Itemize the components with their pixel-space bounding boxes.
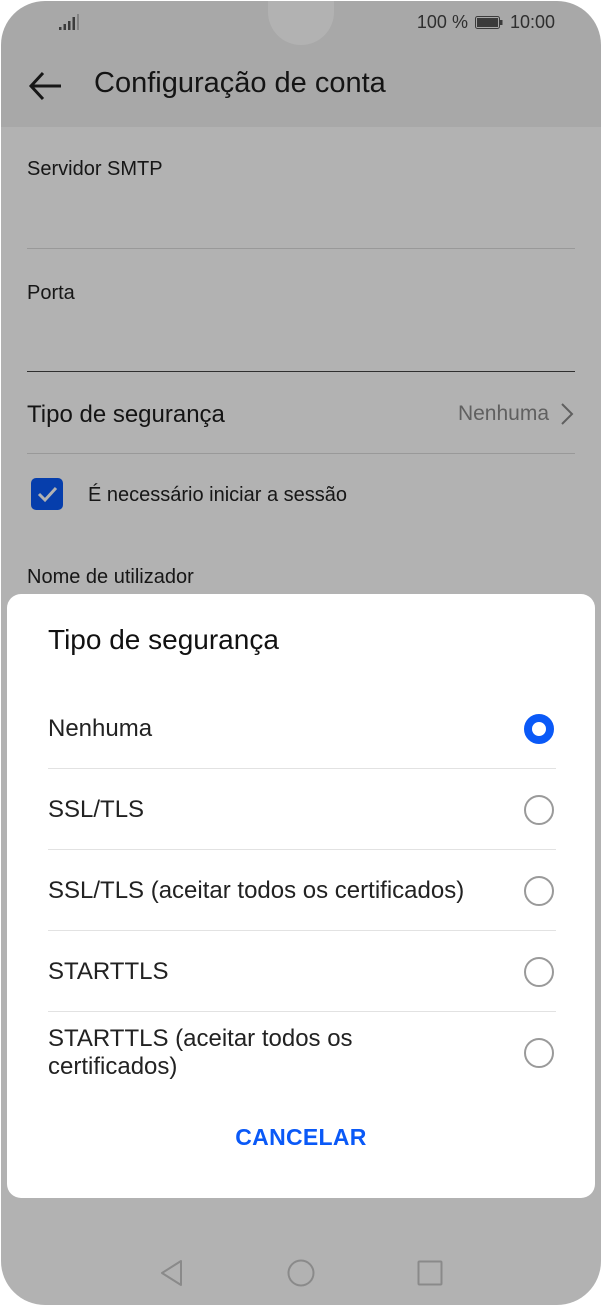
option-nenhuma[interactable]: Nenhuma	[48, 689, 556, 769]
option-label: SSL/TLS (aceitar todos os certificados)	[48, 877, 465, 904]
divider	[48, 768, 556, 769]
phone-frame: 100 % 10:00 Configuração de conta Servid…	[0, 0, 602, 1306]
option-label: SSL/TLS	[48, 796, 145, 823]
divider	[48, 1011, 556, 1012]
security-type-dialog: Tipo de segurança Nenhuma SSL/TLS SSL/TL…	[7, 594, 595, 1198]
option-ssl-tls-all-certs[interactable]: SSL/TLS (aceitar todos os certificados)	[48, 851, 556, 931]
option-starttls-all-certs[interactable]: STARTTLS (aceitar todos os certificados)	[48, 1013, 556, 1103]
radio-icon[interactable]	[524, 957, 554, 987]
option-ssl-tls[interactable]: SSL/TLS	[48, 770, 556, 850]
option-starttls[interactable]: STARTTLS	[48, 932, 556, 1012]
recents-square-icon[interactable]	[415, 1258, 445, 1288]
home-circle-icon[interactable]	[286, 1258, 316, 1288]
divider	[48, 930, 556, 931]
radio-icon[interactable]	[524, 795, 554, 825]
back-triangle-icon[interactable]	[157, 1258, 187, 1288]
navigation-bar	[1, 1241, 601, 1305]
radio-icon[interactable]	[524, 1038, 554, 1068]
scrim[interactable]	[1, 1, 601, 127]
cancel-button[interactable]: CANCELAR	[7, 1124, 595, 1151]
radio-icon[interactable]	[524, 876, 554, 906]
divider	[48, 849, 556, 850]
option-label: Nenhuma	[48, 715, 153, 742]
radio-selected-icon[interactable]	[524, 714, 554, 744]
option-label: STARTTLS	[48, 958, 169, 985]
option-label: STARTTLS (aceitar todos os certificados)	[48, 1025, 353, 1080]
dialog-title: Tipo de segurança	[48, 624, 279, 655]
screen: 100 % 10:00 Configuração de conta Servid…	[1, 1, 601, 1305]
